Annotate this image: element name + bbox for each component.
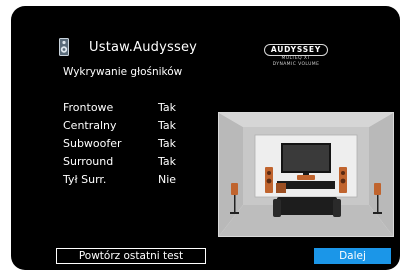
- logo-brand: AUDYSSEY: [263, 44, 329, 56]
- setup-screen: Ustaw.Audyssey Wykrywanie głośników AUDY…: [11, 6, 400, 270]
- logo-line-2: DYNAMIC VOLUME: [272, 62, 320, 67]
- speaker-icon: [59, 38, 69, 56]
- room-illustration: [219, 113, 393, 236]
- speaker-label: Surround: [63, 155, 114, 169]
- living-room-speaker-layout-image: [218, 112, 394, 237]
- speaker-label: Subwoofer: [63, 136, 122, 150]
- speaker-label: Frontowe: [63, 100, 114, 114]
- page-subtitle: Wykrywanie głośników: [63, 66, 183, 78]
- speaker-status: Tak: [158, 136, 177, 150]
- speaker-detection-list: Frontowe Tak Centralny Tak Subwoofer Tak…: [63, 98, 176, 189]
- speaker-label: Tył Surr.: [63, 173, 107, 187]
- audyssey-logo: AUDYSSEY MULTEQ XT DYNAMIC VOLUME: [247, 37, 345, 68]
- page-title: Ustaw.Audyssey: [89, 40, 198, 55]
- speaker-status: Tak: [158, 155, 177, 169]
- speaker-row-subwoofer: Subwoofer Tak: [63, 134, 176, 152]
- next-button[interactable]: Dalej: [314, 248, 391, 264]
- speaker-status: Nie: [158, 173, 177, 187]
- retest-button[interactable]: Powtórz ostatni test: [56, 248, 206, 264]
- speaker-status: Tak: [158, 100, 177, 114]
- speaker-status: Tak: [158, 118, 177, 132]
- speaker-row-center: Centralny Tak: [63, 116, 176, 134]
- speaker-label: Centralny: [63, 118, 117, 132]
- speaker-row-surround-back: Tył Surr. Nie: [63, 171, 176, 189]
- speaker-row-surround: Surround Tak: [63, 153, 176, 171]
- speaker-row-front: Frontowe Tak: [63, 98, 176, 116]
